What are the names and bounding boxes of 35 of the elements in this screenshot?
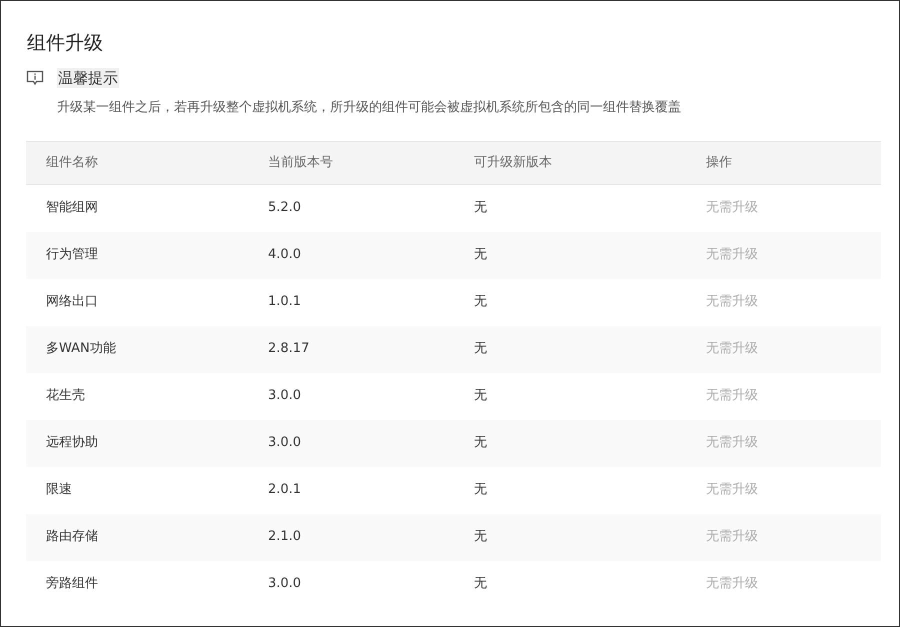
table-cell-text: 无 bbox=[474, 387, 488, 406]
table-cell-text: 无 bbox=[474, 434, 488, 452]
table-cell-text: 旁路组件 bbox=[45, 575, 99, 594]
page-title: 组件升级 bbox=[27, 31, 104, 55]
table-cell-text: 行为管理 bbox=[45, 246, 99, 264]
table-cell-text: 无 bbox=[474, 528, 488, 546]
table-cell-text: 远程协助 bbox=[45, 434, 99, 452]
table-cell-text: 无 bbox=[474, 575, 488, 594]
table-cell-text: 2.1.0 bbox=[268, 528, 302, 546]
column-header: 可升级新版本 bbox=[474, 154, 553, 172]
table-cell-text: 5.2.0 bbox=[268, 199, 302, 218]
table-cell-text: 无 bbox=[474, 199, 488, 218]
table-cell-text: 限速 bbox=[45, 481, 73, 500]
table-cell-text: 3.0.0 bbox=[268, 575, 302, 594]
table-cell-text: 花生壳 bbox=[45, 387, 86, 406]
table-cell-text: 无 bbox=[474, 340, 488, 358]
table-cell-text: 多WAN功能 bbox=[45, 340, 117, 358]
table-cell-text: 无 bbox=[474, 481, 488, 500]
column-header: 当前版本号 bbox=[268, 154, 334, 172]
notice-text: 升级某一组件之后，若再升级整个虚拟机系统，所升级的组件可能会被虚拟机系统所包含的同一组件替换覆盖 bbox=[57, 99, 682, 117]
table-cell-text: 2.0.1 bbox=[268, 481, 302, 500]
table-cell-text: 3.0.0 bbox=[268, 387, 302, 406]
table-cell-text: 网络出口 bbox=[45, 293, 99, 312]
column-header: 组件名称 bbox=[45, 154, 99, 172]
column-header: 操作 bbox=[706, 154, 733, 172]
table-cell-text: 无 bbox=[474, 246, 488, 264]
info-icon bbox=[26, 70, 44, 86]
table-cell-text: 2.8.17 bbox=[268, 340, 310, 358]
table-cell-text: 路由存储 bbox=[45, 528, 99, 546]
table-cell-text: 无 bbox=[474, 293, 488, 312]
table-cell-text: 3.0.0 bbox=[268, 434, 302, 452]
notice-title: 温馨提示 bbox=[57, 68, 119, 88]
table-cell-text: 4.0.0 bbox=[268, 246, 302, 264]
table-cell-text: 1.0.1 bbox=[268, 293, 302, 312]
table-cell-text: 智能组网 bbox=[45, 199, 99, 218]
